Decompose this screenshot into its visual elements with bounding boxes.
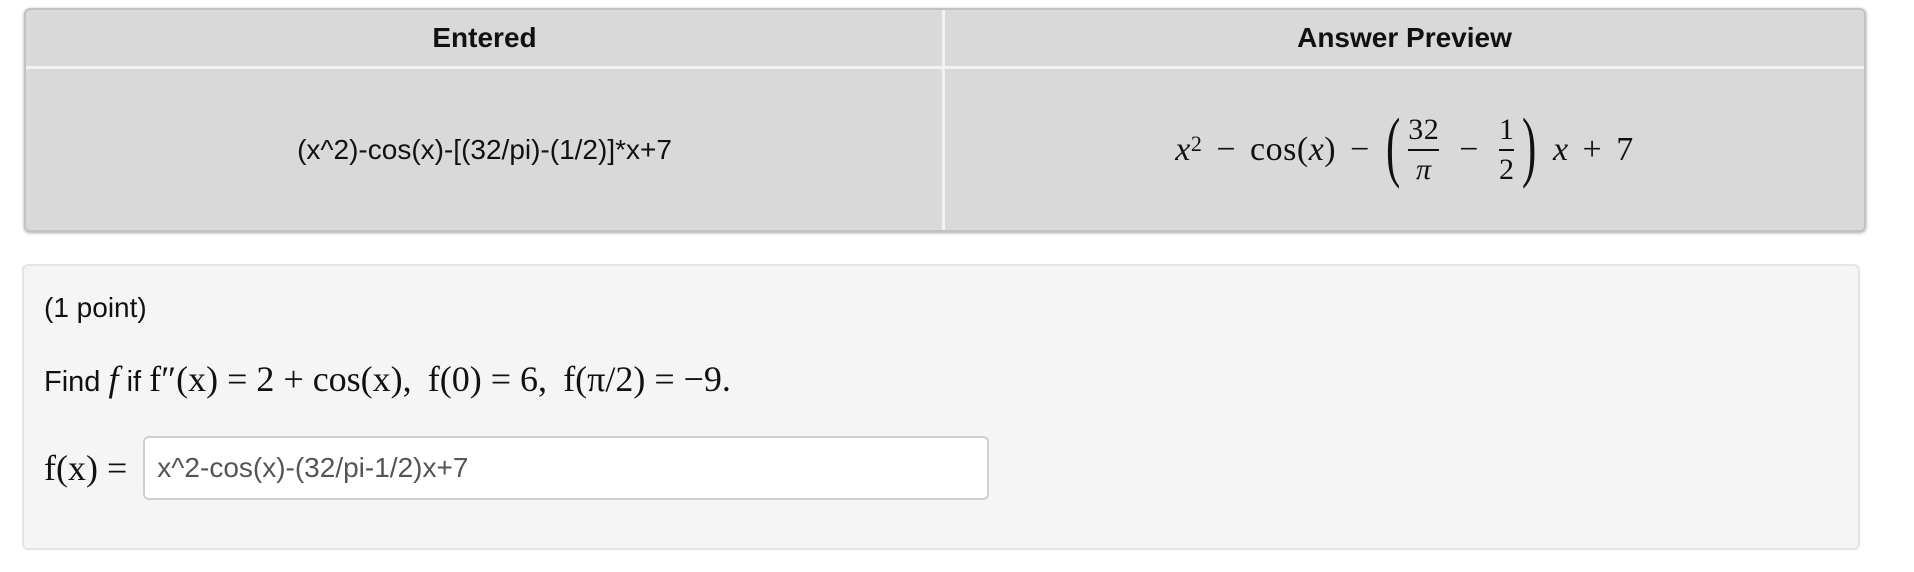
results-table: Entered (x^2)-cos(x)-[(32/pi)-(1/2)]*x+7… bbox=[24, 8, 1866, 232]
function-symbol: f bbox=[108, 359, 119, 399]
preview-minus-1: − bbox=[1216, 130, 1237, 168]
preview-right-paren: ) bbox=[1522, 101, 1537, 189]
problem-statement: Find f if f″(x) = 2 + cos(x), f(0) = 6, … bbox=[44, 358, 731, 400]
preview-left-paren: ( bbox=[1385, 101, 1401, 189]
if-text: if bbox=[126, 366, 142, 398]
entered-header: Entered bbox=[432, 22, 537, 53]
preview-exponent: 2 bbox=[1190, 130, 1203, 156]
preview-minus-2: − bbox=[1350, 130, 1370, 168]
condition-f-pi-half: f(π/2) = −9. bbox=[563, 359, 731, 399]
answer-preview-value: x2 − cos(x) − ( 32 π − 1 2) x + 7 bbox=[945, 69, 1864, 230]
answer-input[interactable] bbox=[143, 436, 990, 500]
fraction-1-denominator: π bbox=[1416, 152, 1432, 186]
preview-expression: x2 − cos(x) − ( 32 π − 1 2) x + 7 bbox=[1175, 106, 1634, 189]
answer-label: f(x) = bbox=[44, 448, 128, 488]
problem-box: (1 point) Find f if f″(x) = 2 + cos(x), … bbox=[22, 264, 1860, 550]
problem-points: (1 point) bbox=[44, 292, 147, 323]
preview-minus-3: − bbox=[1459, 130, 1479, 168]
fraction-2-denominator: 2 bbox=[1498, 152, 1515, 186]
preview-x: x bbox=[1175, 130, 1191, 168]
fraction-1-numerator: 32 bbox=[1408, 113, 1440, 146]
preview-x-2: x bbox=[1552, 130, 1569, 168]
answer-row: f(x) = bbox=[44, 436, 990, 500]
preview-plus: + bbox=[1582, 130, 1603, 168]
fraction-2-numerator: 1 bbox=[1498, 113, 1515, 146]
preview-fraction-2: 1 2 bbox=[1498, 113, 1515, 186]
entered-column: Entered (x^2)-cos(x)-[(32/pi)-(1/2)]*x+7 bbox=[26, 10, 943, 230]
condition-second-derivative: f″(x) = 2 + cos(x), bbox=[149, 359, 412, 399]
preview-cos-close: ) bbox=[1324, 130, 1337, 168]
preview-cos: cos( bbox=[1250, 130, 1309, 168]
preview-seven: 7 bbox=[1616, 130, 1634, 168]
entered-value: (x^2)-cos(x)-[(32/pi)-(1/2)]*x+7 bbox=[297, 133, 672, 165]
preview-fraction-1: 32 π bbox=[1408, 113, 1440, 186]
preview-cos-arg: x bbox=[1308, 130, 1325, 168]
preview-column: Answer Preview x2 − cos(x) − ( 32 π − 1… bbox=[945, 10, 1864, 230]
condition-f-zero: f(0) = 6, bbox=[427, 359, 548, 399]
answer-preview-header: Answer Preview bbox=[1297, 22, 1512, 53]
find-text: Find bbox=[44, 366, 101, 398]
